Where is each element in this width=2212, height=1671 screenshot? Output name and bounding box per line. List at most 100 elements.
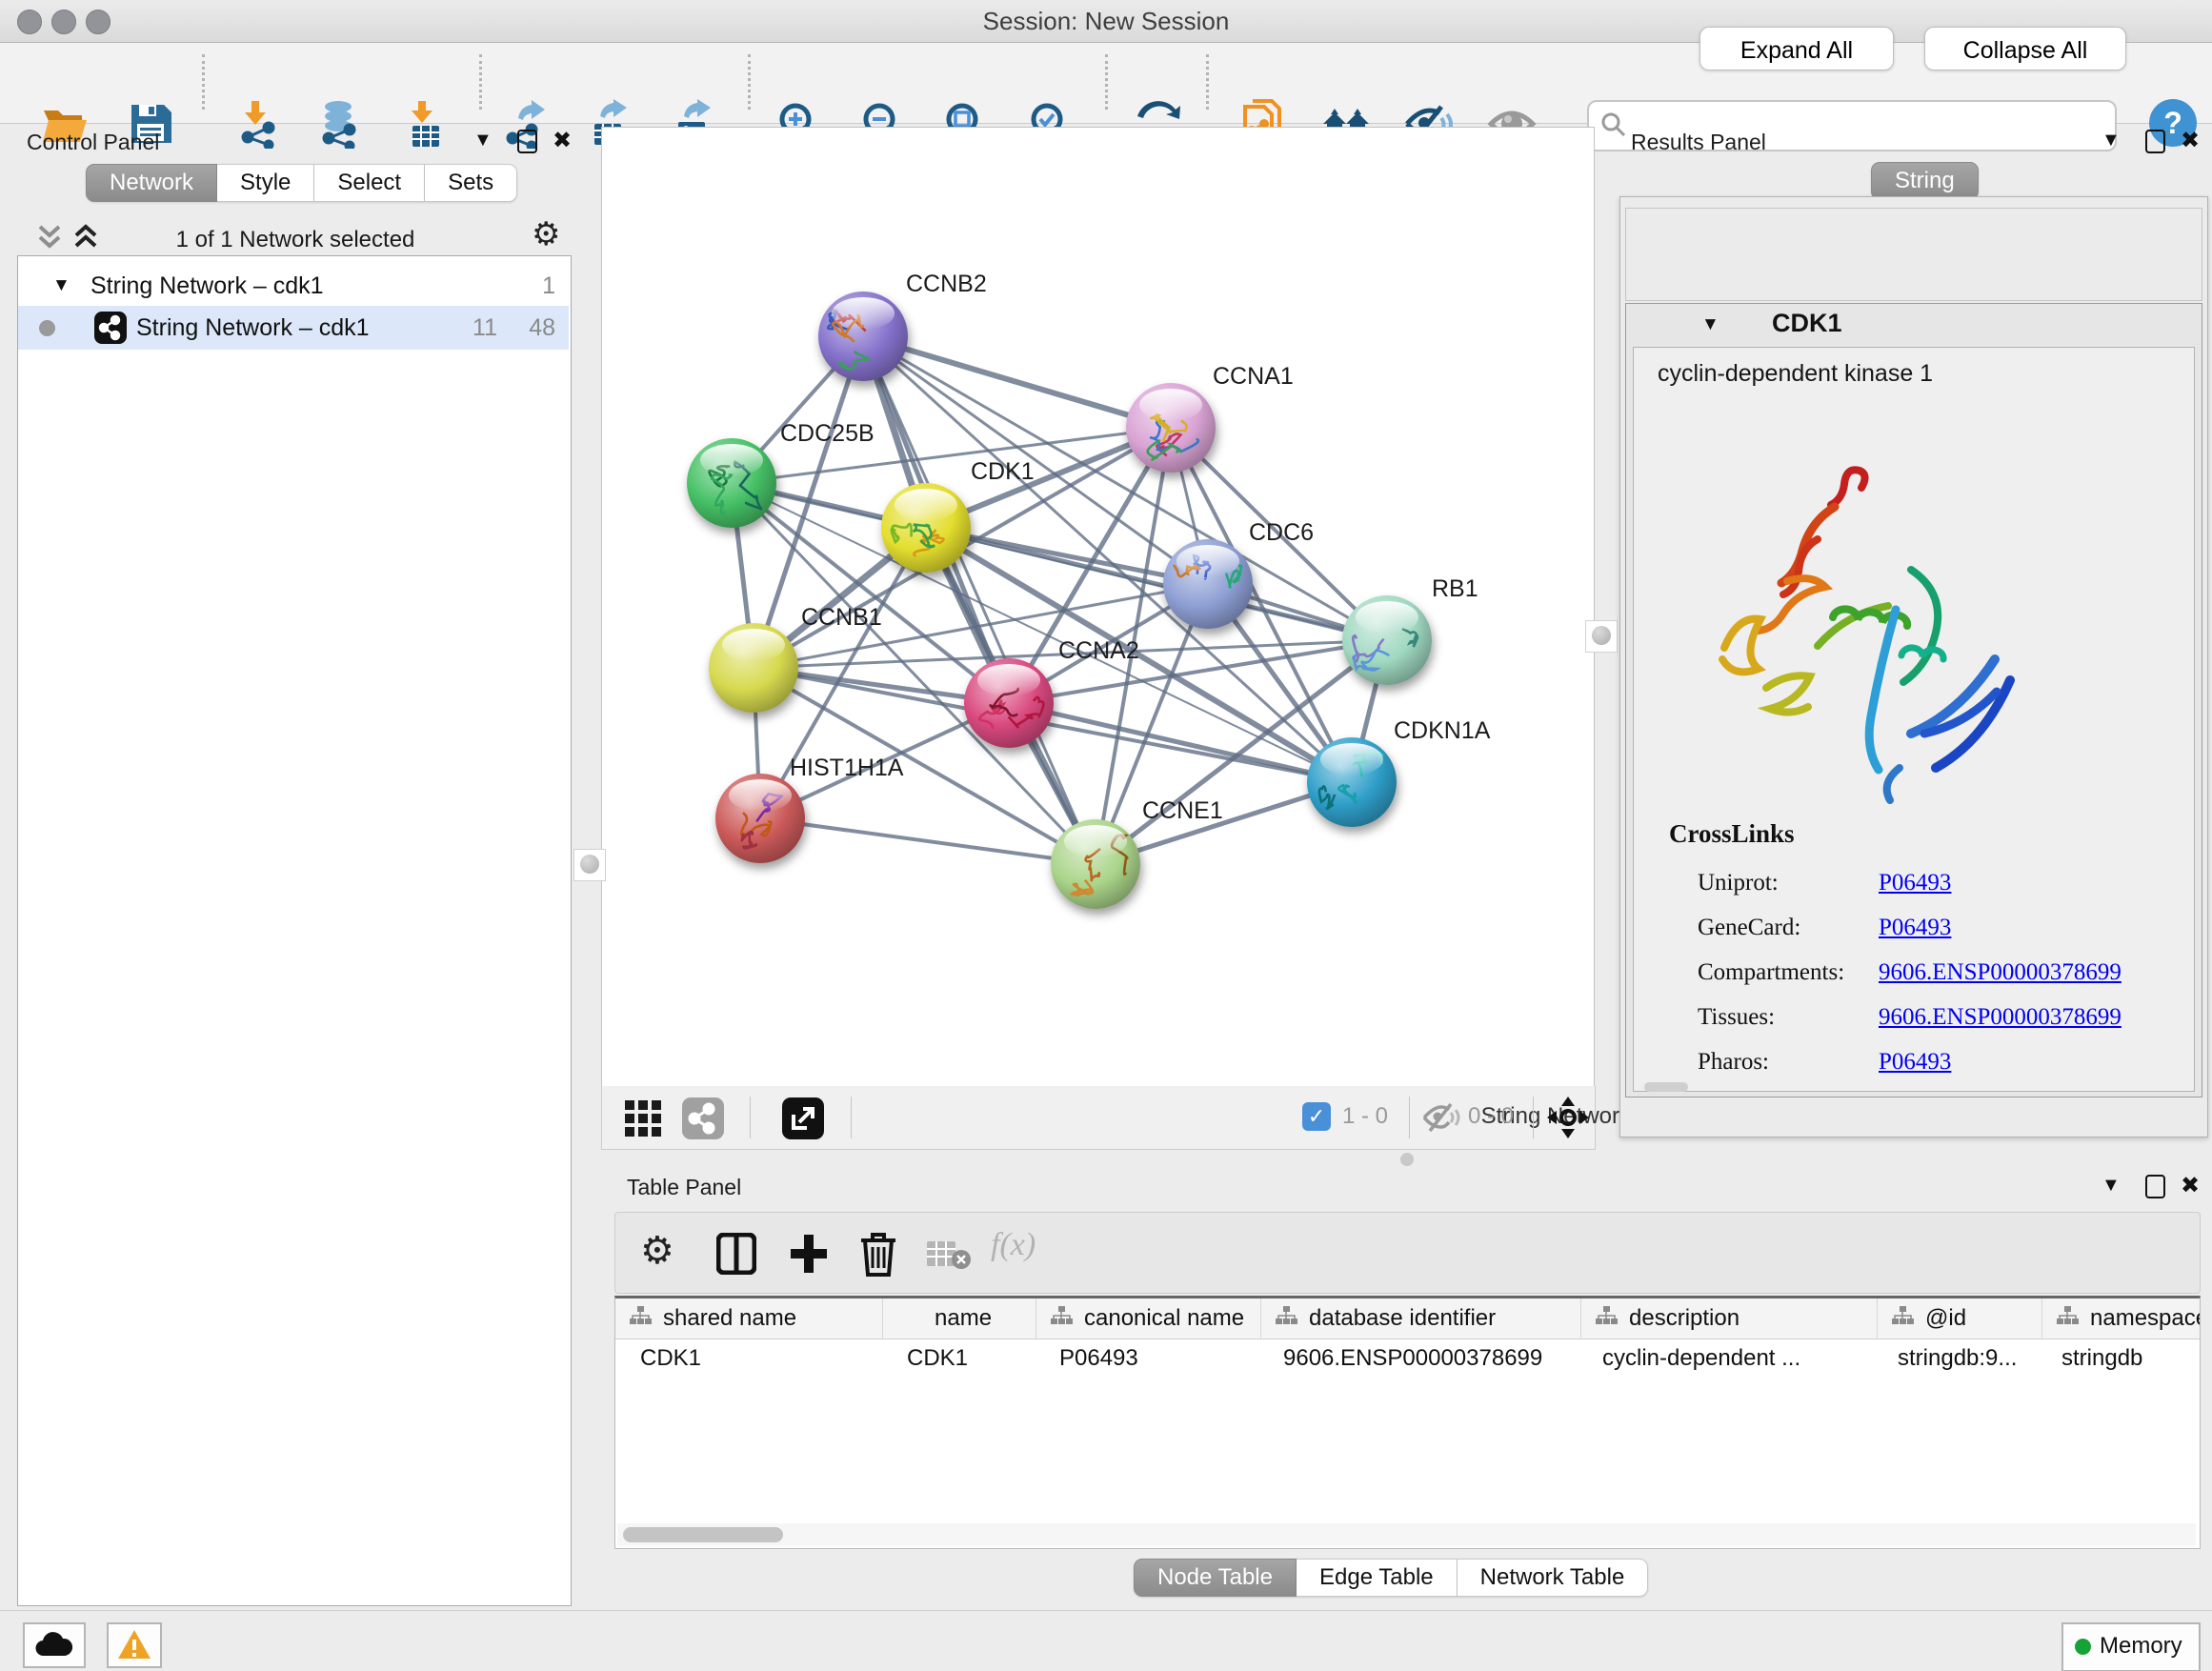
node-CDC25B[interactable] bbox=[687, 438, 776, 528]
column-header-shared-name[interactable]: shared name bbox=[615, 1299, 883, 1339]
column-header-database-identifier[interactable]: database identifier bbox=[1261, 1299, 1581, 1339]
column-header-@id[interactable]: @id bbox=[1878, 1299, 2042, 1339]
edge-CCNB2-CCNA1[interactable] bbox=[863, 336, 1171, 428]
collection-expander-icon[interactable]: ▼ bbox=[52, 275, 70, 296]
column-header-canonical-name[interactable]: canonical name bbox=[1036, 1299, 1261, 1339]
results-panel-close-icon[interactable]: ✖ bbox=[2181, 127, 2200, 154]
warnings-button[interactable] bbox=[107, 1622, 162, 1668]
results-panel-tabs: String bbox=[1871, 162, 1979, 200]
network-current-dot bbox=[39, 320, 55, 336]
collapse-all-button[interactable]: Collapse All bbox=[1924, 27, 2126, 70]
crosslink-link[interactable]: P06493 bbox=[1879, 1049, 1951, 1076]
tab-string[interactable]: String bbox=[1871, 162, 1979, 200]
table-toolbar bbox=[614, 1212, 2201, 1294]
tab-sets[interactable]: Sets bbox=[425, 164, 517, 202]
results-panel-float-icon[interactable] bbox=[2145, 130, 2165, 153]
crosslink-link[interactable]: P06493 bbox=[1879, 915, 1951, 941]
crosslink-link[interactable]: 9606.ENSP00000378699 bbox=[1879, 959, 2122, 986]
table-scrollbar-thumb[interactable] bbox=[623, 1527, 783, 1542]
add-column-icon[interactable] bbox=[789, 1233, 829, 1275]
table-settings-gear-icon[interactable]: ⚙ bbox=[640, 1229, 674, 1273]
control-panel-close-icon[interactable]: ✖ bbox=[553, 127, 572, 154]
node-RB1[interactable] bbox=[1342, 595, 1432, 685]
memory-button[interactable]: Memory bbox=[2061, 1622, 2201, 1671]
toolbar-separator bbox=[202, 54, 205, 110]
string-network-icon bbox=[94, 312, 127, 344]
collapse-all-icon[interactable] bbox=[36, 223, 69, 252]
toolbar-separator bbox=[750, 1097, 751, 1138]
left-splitter-handle[interactable] bbox=[573, 849, 606, 881]
network-view-canvas[interactable]: CCNB2CCNA1CDC25BCDK1CDC6RB1CCNB1CCNA2CDK… bbox=[601, 127, 1595, 1087]
network-overview-icon[interactable] bbox=[682, 1097, 724, 1139]
toolbar-separator bbox=[1533, 1097, 1534, 1138]
network-edge-count: 48 bbox=[529, 314, 555, 342]
delete-table-icon[interactable] bbox=[926, 1238, 972, 1271]
toolbar-separator bbox=[748, 54, 751, 110]
tab-network-table[interactable]: Network Table bbox=[1458, 1559, 1649, 1597]
node-label-CCNA1: CCNA1 bbox=[1213, 363, 1294, 390]
column-header-namespace[interactable]: namespace bbox=[2042, 1299, 2201, 1339]
node-CCNB2[interactable] bbox=[818, 292, 908, 381]
control-panel-gear-icon[interactable]: ⚙ bbox=[532, 215, 560, 253]
table-panel-tabs: Node TableEdge TableNetwork Table bbox=[1134, 1559, 1648, 1597]
tab-node-table[interactable]: Node Table bbox=[1134, 1559, 1297, 1597]
table-row[interactable]: CDK1CDK1P064939606.ENSP00000378699cyclin… bbox=[615, 1339, 2201, 1379]
expand-all-icon[interactable] bbox=[72, 223, 105, 252]
grid-view-icon[interactable] bbox=[625, 1100, 661, 1137]
control-panel-float-icon[interactable] bbox=[517, 130, 537, 153]
gene-expander-icon[interactable]: ▼ bbox=[1701, 314, 1719, 335]
results-button-row bbox=[1625, 208, 2202, 301]
selected-checkbox[interactable]: ✓ bbox=[1302, 1102, 1331, 1131]
control-panel-title: Control Panel bbox=[27, 130, 159, 155]
crosslink-row: GeneCard:P06493 bbox=[1698, 907, 2193, 952]
crosslink-link[interactable]: P06493 bbox=[1879, 870, 1951, 896]
network-row[interactable]: String Network – cdk1 11 48 bbox=[18, 306, 569, 350]
column-type-icon bbox=[2042, 1305, 2090, 1333]
node-CDK1[interactable] bbox=[881, 483, 971, 573]
node-CCNE1[interactable] bbox=[1051, 819, 1140, 909]
tab-style[interactable]: Style bbox=[217, 164, 314, 202]
node-CCNB1[interactable] bbox=[709, 623, 798, 713]
network-collection-row[interactable]: ▼ String Network – cdk1 1 bbox=[18, 264, 569, 308]
tab-edge-table[interactable]: Edge Table bbox=[1297, 1559, 1458, 1597]
birds-eye-icon[interactable] bbox=[1547, 1097, 1589, 1138]
edge-HIST1H1A-CCNE1[interactable] bbox=[760, 818, 1096, 864]
crosslink-link[interactable]: 9606.ENSP00000378699 bbox=[1879, 1004, 2122, 1031]
table-panel-float-icon[interactable] bbox=[2145, 1175, 2165, 1198]
tab-network[interactable]: Network bbox=[86, 164, 217, 202]
detach-view-icon[interactable] bbox=[782, 1097, 824, 1139]
hidden-items-icon bbox=[1422, 1102, 1460, 1133]
control-panel-tabs: NetworkStyleSelectSets bbox=[86, 164, 517, 202]
crosslink-label: Compartments: bbox=[1698, 959, 1844, 986]
edge-CCNB2-CCNE1[interactable] bbox=[863, 336, 1096, 864]
delete-column-icon[interactable] bbox=[859, 1231, 897, 1277]
cloud-button[interactable] bbox=[23, 1622, 86, 1668]
show-columns-icon[interactable] bbox=[716, 1233, 756, 1275]
node-CCNA1[interactable] bbox=[1126, 383, 1216, 473]
node-CDKN1A[interactable] bbox=[1307, 737, 1397, 827]
crosslink-row: Uniprot:P06493 bbox=[1698, 862, 2193, 907]
column-header-name[interactable]: name bbox=[883, 1299, 1036, 1339]
toolbar-separator bbox=[851, 1097, 852, 1138]
results-scrollbar-thumb[interactable] bbox=[1644, 1082, 1688, 1092]
node-CDC6[interactable] bbox=[1163, 539, 1253, 629]
network-graph: CCNB2CCNA1CDC25BCDK1CDC6RB1CCNB1CCNA2CDK… bbox=[602, 128, 1594, 1086]
node-HIST1H1A[interactable] bbox=[715, 774, 805, 863]
function-builder-icon: f(x) bbox=[991, 1227, 1036, 1263]
node-label-RB1: RB1 bbox=[1432, 575, 1478, 602]
table-cell: P06493 bbox=[1035, 1339, 1258, 1379]
node-CCNA2[interactable] bbox=[964, 658, 1054, 748]
crosslink-row: Compartments: 9606.ENSP00000378699 bbox=[1698, 952, 2193, 997]
table-panel-close-icon[interactable]: ✖ bbox=[2181, 1172, 2200, 1199]
column-header-description[interactable]: description bbox=[1581, 1299, 1878, 1339]
results-panel-collapse-icon[interactable]: ▼ bbox=[2101, 130, 2121, 151]
crosslink-label: Tissues: bbox=[1698, 1004, 1775, 1031]
control-panel-collapse-icon[interactable]: ▼ bbox=[473, 130, 493, 151]
tab-select[interactable]: Select bbox=[314, 164, 425, 202]
node-table: shared namenamecanonical namedatabase id… bbox=[614, 1296, 2201, 1549]
bottom-splitter-handle[interactable] bbox=[1400, 1153, 1414, 1166]
gene-description: cyclin-dependent kinase 1 bbox=[1658, 360, 1933, 388]
table-panel-collapse-icon[interactable]: ▼ bbox=[2101, 1175, 2121, 1197]
toolbar-separator bbox=[1206, 54, 1209, 110]
expand-all-button[interactable]: Expand All bbox=[1699, 27, 1894, 70]
